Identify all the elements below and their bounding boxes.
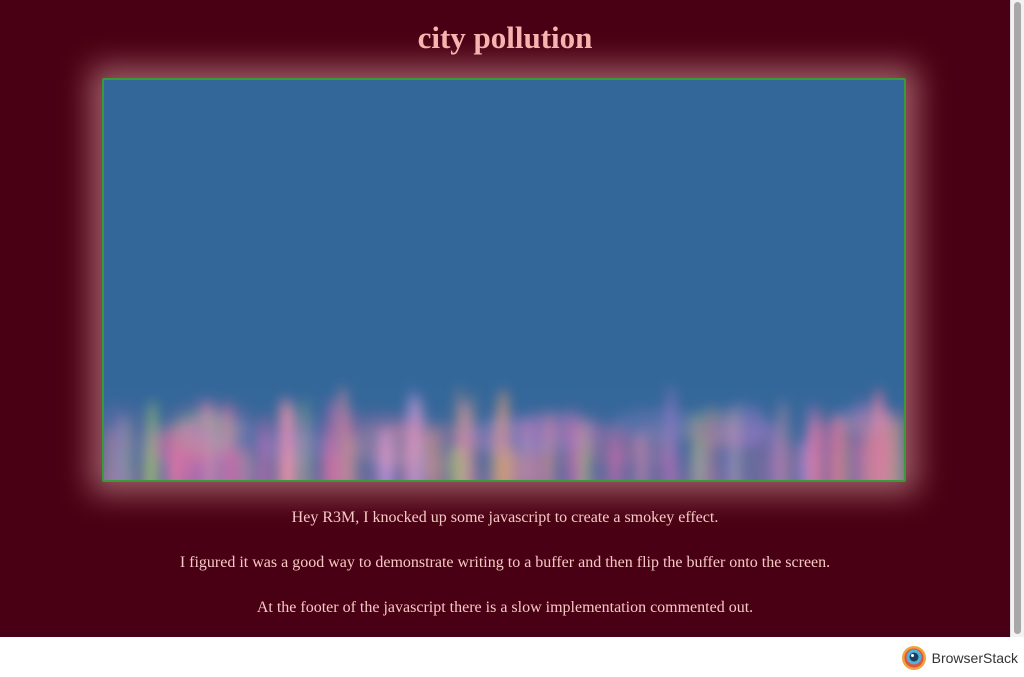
page-viewport: city pollution Hey R3M, I knocked up som… xyxy=(0,0,1010,637)
scrollbar-thumb[interactable] xyxy=(1014,2,1021,634)
buffer-paragraph: I figured it was a good way to demonstra… xyxy=(179,554,831,571)
browserstack-logo-icon xyxy=(901,646,926,670)
browserstack-brand-text: BrowserStack xyxy=(931,650,1018,666)
vertical-scrollbar[interactable] xyxy=(1010,0,1024,637)
footer-note-paragraph: At the footer of the javascript there is… xyxy=(256,599,754,616)
intro-paragraph: Hey R3M, I knocked up some javascript to… xyxy=(291,509,719,526)
smoke-canvas[interactable] xyxy=(104,80,904,480)
page-title: city pollution xyxy=(417,20,593,55)
smoke-canvas-frame xyxy=(102,78,906,482)
browserstack-logo[interactable]: BrowserStack xyxy=(901,645,1018,671)
browserstack-footer: BrowserStack xyxy=(0,637,1024,677)
